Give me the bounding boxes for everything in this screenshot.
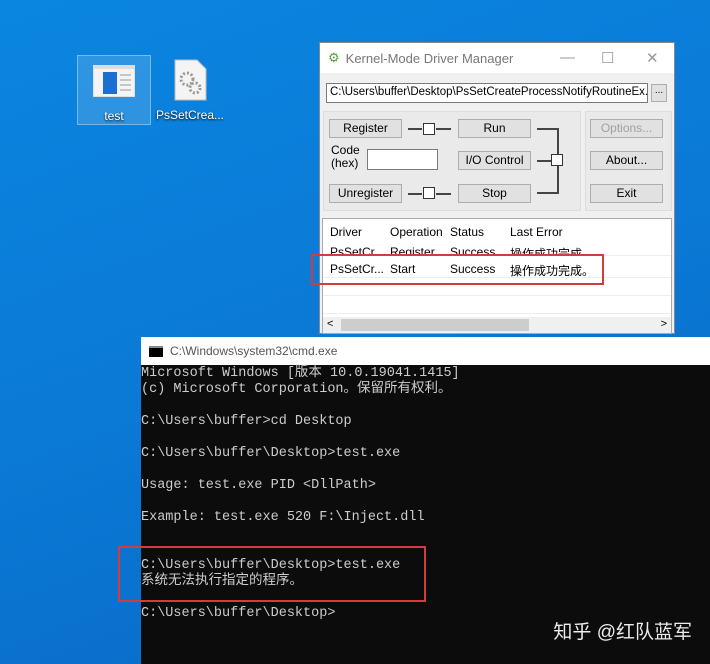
exit-button[interactable]: Exit <box>590 184 663 203</box>
minimize-icon[interactable]: — <box>560 49 575 66</box>
cmd-window: C:\Windows\system32\cmd.exe Microsoft Wi… <box>141 337 710 664</box>
maximize-icon[interactable]: ☐ <box>601 49 614 67</box>
options-button[interactable]: Options... <box>590 119 663 138</box>
desktop-icon-label: test <box>104 109 124 123</box>
app-gear-icon: ⚙ <box>328 50 340 65</box>
desktop-icon-sys-file[interactable]: PsSetCrea... <box>153 55 227 125</box>
cmd-icon <box>149 345 163 357</box>
window-title: Kernel-Mode Driver Manager <box>345 50 514 66</box>
scroll-right-icon[interactable]: > <box>661 318 667 330</box>
watermark: 知乎 @红队蓝军 <box>553 622 692 643</box>
code-hex-input[interactable] <box>367 149 438 170</box>
register-button[interactable]: Register <box>329 119 402 138</box>
cmd-title-bar: C:\Windows\system32\cmd.exe <box>141 337 710 365</box>
list-header: Driver Operation Status Last Error <box>330 225 563 239</box>
highlight-box <box>311 254 604 285</box>
cmd-title: C:\Windows\system32\cmd.exe <box>170 344 338 358</box>
desktop-icon-test[interactable]: test <box>77 55 151 125</box>
close-icon[interactable]: ✕ <box>646 49 659 67</box>
driver-manager-window: ⚙ Kernel-Mode Driver Manager — ☐ ✕ C:\Us… <box>319 42 675 334</box>
title-bar: ⚙ Kernel-Mode Driver Manager — ☐ ✕ <box>320 43 674 73</box>
about-button[interactable]: About... <box>590 151 663 170</box>
app-window-icon <box>92 64 136 98</box>
gear-file-icon <box>174 59 207 101</box>
horizontal-scrollbar[interactable]: < > <box>323 317 671 333</box>
unregister-status-box <box>423 187 435 199</box>
driver-path-input[interactable]: C:\Users\buffer\Desktop\PsSetCreateProce… <box>326 83 648 103</box>
run-status-box <box>551 154 563 166</box>
browse-button[interactable]: ... <box>651 84 667 102</box>
scroll-left-icon[interactable]: < <box>327 318 333 330</box>
io-control-button[interactable]: I/O Control <box>458 151 531 170</box>
desktop-icon-label: PsSetCrea... <box>155 108 225 122</box>
scroll-thumb[interactable] <box>341 319 529 331</box>
code-label: Code (hex) <box>331 143 360 170</box>
unregister-button[interactable]: Unregister <box>329 184 402 203</box>
highlight-box <box>118 546 426 602</box>
register-status-box <box>423 123 435 135</box>
stop-button[interactable]: Stop <box>458 184 531 203</box>
run-button[interactable]: Run <box>458 119 531 138</box>
